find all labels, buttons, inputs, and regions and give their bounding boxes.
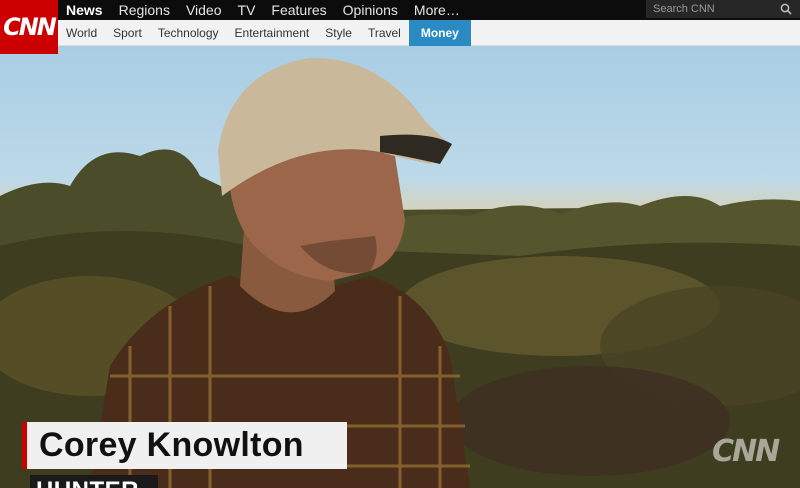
- search-input[interactable]: Search CNN: [653, 3, 715, 15]
- speaker-title: HUNTER: [36, 477, 139, 488]
- nav-item-news[interactable]: News: [66, 2, 103, 18]
- nav-item-opinions[interactable]: Opinions: [343, 2, 398, 18]
- sub-nav-sport[interactable]: Sport: [105, 20, 150, 46]
- sub-nav-technology[interactable]: Technology: [150, 20, 227, 46]
- cnn-watermark: CNN: [712, 434, 780, 469]
- sub-nav-world[interactable]: World: [58, 20, 105, 46]
- search-icon[interactable]: [780, 3, 792, 15]
- nav-item-regions[interactable]: Regions: [119, 2, 170, 18]
- nav-item-tv[interactable]: TV: [238, 2, 256, 18]
- title-bar: HUNTER: [30, 475, 158, 488]
- search-box[interactable]: Search CNN: [646, 0, 800, 18]
- logo-text: CNN: [3, 13, 57, 41]
- nav-item-features[interactable]: Features: [271, 2, 326, 18]
- sub-nav-travel[interactable]: Travel: [360, 20, 409, 46]
- sub-nav-style[interactable]: Style: [317, 20, 360, 46]
- main-nav: News Regions Video TV Features Opinions …: [66, 0, 476, 20]
- nav-item-video[interactable]: Video: [186, 2, 222, 18]
- sub-nav-entertainment[interactable]: Entertainment: [227, 20, 318, 46]
- speaker-name: Corey Knowlton: [39, 426, 304, 464]
- nav-item-more[interactable]: More…: [414, 2, 460, 18]
- sub-nav-bar: World Sport Technology Entertainment Sty…: [0, 20, 800, 46]
- name-bar: Corey Knowlton: [22, 422, 347, 469]
- cnn-logo[interactable]: CNN: [0, 0, 58, 54]
- sub-nav-money[interactable]: Money: [408, 20, 471, 46]
- video-player[interactable]: Corey Knowlton HUNTER: [0, 46, 800, 488]
- sub-nav: World Sport Technology Entertainment Sty…: [58, 20, 471, 46]
- top-nav-bar: News Regions Video TV Features Opinions …: [0, 0, 800, 20]
